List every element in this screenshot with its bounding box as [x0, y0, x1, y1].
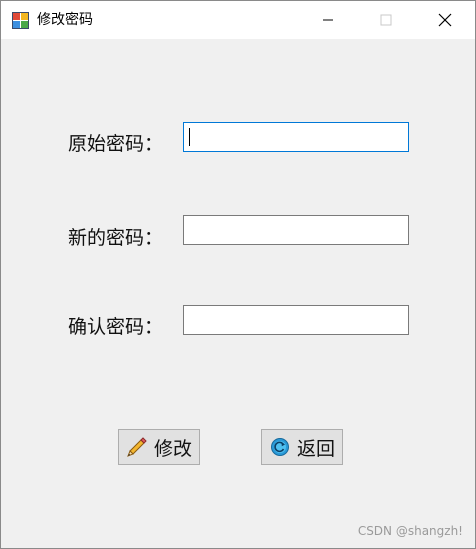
change-password-window: 修改密码 原始密码： 新的密码： 确认密码： 修改 返回 CSDN @shang…	[0, 0, 476, 549]
back-button-label: 返回	[296, 437, 335, 460]
maximize-button[interactable]	[357, 1, 415, 39]
back-button[interactable]: 返回	[261, 429, 343, 465]
new-password-label: 新的密码：	[68, 227, 164, 249]
old-password-field[interactable]	[183, 122, 409, 152]
maximize-icon	[380, 14, 392, 26]
window-title: 修改密码	[37, 12, 93, 28]
confirm-password-field[interactable]	[183, 305, 409, 335]
back-arrow-icon	[269, 436, 291, 458]
pencil-icon	[126, 436, 148, 458]
modify-button-label: 修改	[153, 437, 192, 460]
close-button[interactable]	[416, 1, 474, 39]
modify-button[interactable]: 修改	[118, 429, 200, 465]
old-password-label: 原始密码：	[68, 133, 164, 155]
close-icon	[438, 13, 452, 27]
minimize-icon	[323, 19, 333, 21]
text-caret	[189, 128, 190, 146]
app-icon	[12, 11, 30, 29]
confirm-password-label: 确认密码：	[68, 316, 164, 338]
new-password-field[interactable]	[183, 215, 409, 245]
title-bar: 修改密码	[1, 1, 475, 39]
watermark: CSDN @shangzh!	[357, 524, 463, 538]
minimize-button[interactable]	[299, 1, 357, 39]
